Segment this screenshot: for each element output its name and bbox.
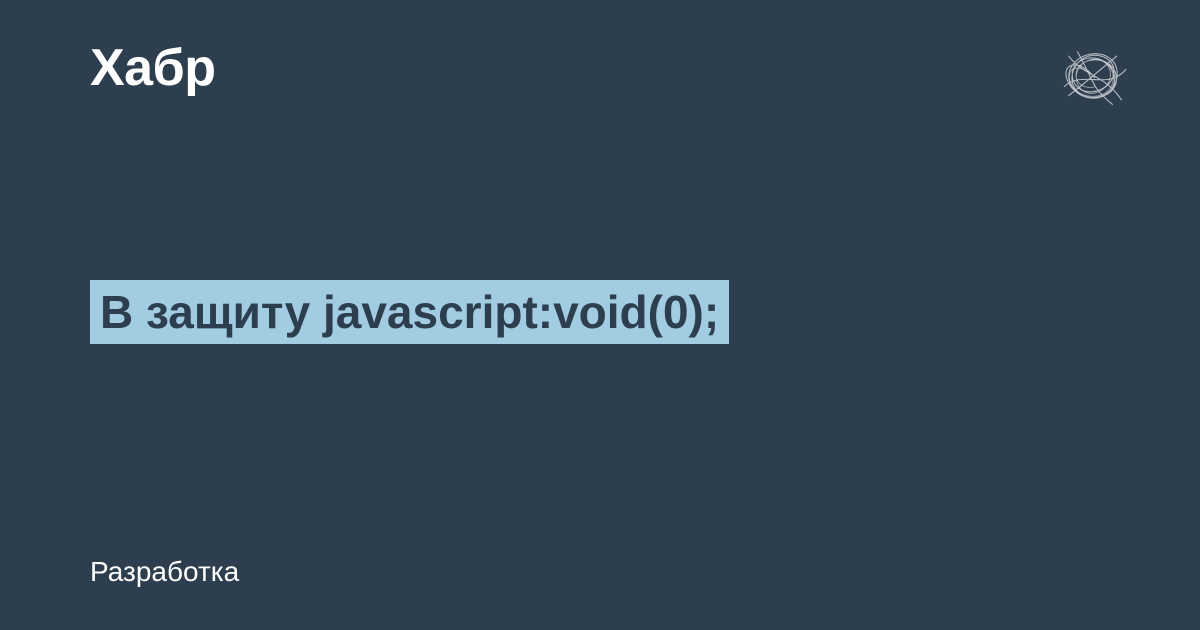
article-title: В защиту javascript:void(0); <box>90 280 729 344</box>
footer: Разработка <box>90 556 239 588</box>
header: Хабр <box>90 38 1140 118</box>
main-content: В защиту javascript:void(0); <box>90 280 1110 344</box>
category-label: Разработка <box>90 556 239 588</box>
scribble-icon <box>1050 38 1140 118</box>
site-logo-text: Хабр <box>90 38 216 98</box>
